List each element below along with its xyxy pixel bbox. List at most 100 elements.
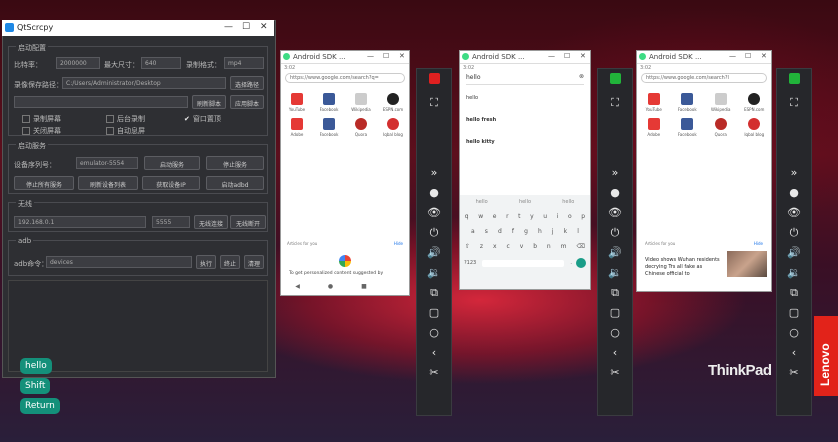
key[interactable]: w — [478, 213, 483, 220]
key[interactable]: i — [557, 213, 559, 220]
script-select[interactable] — [14, 96, 188, 108]
keymap-hello-button[interactable]: hello — [20, 358, 52, 374]
key[interactable]: r — [506, 213, 508, 220]
screenshot-icon[interactable]: ✂ — [598, 363, 632, 383]
expand-icon[interactable]: ⛶ — [598, 93, 632, 113]
key[interactable]: j — [552, 228, 554, 235]
touch-icon[interactable]: ● — [777, 183, 811, 203]
stop-all-services-button[interactable]: 停止所有服务 — [14, 176, 74, 190]
shortcut-tile[interactable]: Iqbal blog — [738, 118, 772, 137]
shortcut-tile[interactable]: Facebook — [671, 118, 705, 137]
search-key[interactable] — [576, 258, 586, 268]
home-icon[interactable]: ○ — [598, 323, 632, 343]
option-always-on-top[interactable]: ✔ 窗口置顶 — [184, 114, 221, 124]
shortcut-tile[interactable]: Facebook — [313, 118, 345, 137]
volume-up-icon[interactable]: 🔊 — [777, 243, 811, 263]
shift-key[interactable]: ⇧ — [465, 243, 470, 250]
expand-notification-icon[interactable]: » — [777, 163, 811, 183]
bitrate-input[interactable]: 2000000 — [56, 57, 100, 69]
expand-icon[interactable]: ⛶ — [417, 93, 451, 113]
app-switch-icon[interactable]: ⧉ — [417, 283, 451, 303]
expand-icon[interactable]: ⛶ — [777, 93, 811, 113]
key[interactable]: x — [493, 243, 497, 250]
volume-up-icon[interactable]: 🔊 — [417, 243, 451, 263]
shortcut-tile[interactable]: Wikipedia — [704, 93, 738, 112]
key[interactable]: t — [518, 213, 520, 220]
full-screen-icon[interactable] — [777, 73, 811, 93]
key[interactable]: e — [493, 213, 497, 220]
device-sn-select[interactable]: emulator-5554 — [76, 157, 138, 169]
maximize-button[interactable]: ☐ — [242, 22, 250, 32]
app-switch-icon[interactable]: ⧉ — [598, 283, 632, 303]
qtscrcpy-titlebar[interactable]: QtScrcpy — ☐ ✕ — [2, 20, 274, 36]
shortcut-tile[interactable]: Quora — [345, 118, 377, 137]
refresh-devices-button[interactable]: 刷新设备列表 — [78, 176, 138, 190]
key[interactable]: y — [530, 213, 534, 220]
hide-link[interactable]: Hide — [394, 241, 403, 246]
shortcut-tile[interactable]: Facebook — [671, 93, 705, 112]
device-port-input[interactable]: 5555 — [152, 216, 190, 228]
volume-down-icon[interactable]: 🔉 — [598, 263, 632, 283]
key[interactable]: a — [471, 228, 475, 235]
eye-icon[interactable]: 👁 — [598, 203, 632, 223]
refresh-script-button[interactable]: 刷新脚本 — [192, 95, 226, 109]
kb-suggestion[interactable]: hello — [476, 199, 488, 205]
phone-2-titlebar[interactable]: Android SDK ... — ☐ ✕ — [460, 51, 590, 64]
menu-icon[interactable]: ▢ — [777, 303, 811, 323]
shortcut-tile[interactable]: ESPN.com — [738, 93, 772, 112]
option-record-screen[interactable]: 录制屏幕 — [22, 114, 61, 124]
shortcut-tile[interactable]: YouTube — [637, 93, 671, 112]
menu-icon[interactable]: ▢ — [417, 303, 451, 323]
select-path-button[interactable]: 选择路径 — [230, 76, 264, 90]
space-key[interactable] — [482, 259, 565, 267]
minimize-button[interactable]: — — [224, 22, 233, 32]
symbols-key[interactable]: ?123 — [464, 260, 476, 266]
close-button[interactable]: ✕ — [761, 52, 767, 60]
close-button[interactable]: ✕ — [399, 52, 405, 60]
record-format-select[interactable]: mp4 — [224, 57, 264, 69]
key[interactable]: p — [581, 213, 585, 220]
key[interactable]: q — [465, 213, 469, 220]
power-icon[interactable]: ⏻ — [598, 223, 632, 243]
news-thumbnail[interactable] — [727, 251, 767, 277]
shortcut-tile[interactable]: ESPN.com — [377, 93, 409, 112]
shortcut-tile[interactable]: Quora — [704, 118, 738, 137]
stop-service-button[interactable]: 停止服务 — [206, 156, 264, 170]
wireless-disconnect-button[interactable]: 无线断开 — [230, 215, 266, 229]
minimize-button[interactable]: — — [729, 52, 736, 60]
power-icon[interactable]: ⏻ — [777, 223, 811, 243]
shortcut-tile[interactable]: Adobe — [281, 118, 313, 137]
key[interactable]: d — [498, 228, 502, 235]
key[interactable]: o — [568, 213, 572, 220]
option-auto-screen-off[interactable]: 自动息屏 — [106, 126, 145, 136]
checkbox[interactable] — [106, 127, 114, 135]
checkbox[interactable] — [22, 115, 30, 123]
key[interactable]: f — [512, 228, 514, 235]
phone-1-titlebar[interactable]: Android SDK ... — ☐ ✕ — [281, 51, 409, 64]
clear-icon[interactable]: ⊗ — [579, 73, 584, 80]
execute-button[interactable]: 执行 — [196, 255, 216, 269]
kb-suggestion[interactable]: hello — [562, 199, 574, 205]
suggestion-item[interactable]: hello kitty — [466, 131, 584, 153]
apply-script-button[interactable]: 应用脚本 — [230, 95, 264, 109]
check-icon[interactable]: ✔ — [184, 115, 190, 123]
phone-window-1[interactable]: Android SDK ... — ☐ ✕ 3:02 https://www.g… — [280, 50, 410, 296]
max-size-select[interactable]: 640 — [141, 57, 181, 69]
url-bar[interactable]: https://www.google.com/search?l — [641, 73, 767, 83]
get-device-ip-button[interactable]: 获取设备IP — [142, 176, 200, 190]
nav-bar[interactable]: ◀●■ — [281, 283, 409, 290]
key[interactable]: l — [577, 228, 579, 235]
home-icon[interactable]: ○ — [777, 323, 811, 343]
back-icon[interactable]: ‹ — [417, 343, 451, 363]
key[interactable]: u — [543, 213, 547, 220]
checkbox[interactable] — [106, 115, 114, 123]
back-icon[interactable]: ‹ — [598, 343, 632, 363]
key[interactable]: s — [485, 228, 488, 235]
power-icon[interactable]: ⏻ — [417, 223, 451, 243]
close-button[interactable]: ✕ — [580, 52, 586, 60]
screenshot-icon[interactable]: ✂ — [417, 363, 451, 383]
key[interactable]: g — [524, 228, 528, 235]
start-service-button[interactable]: 启动服务 — [144, 156, 200, 170]
period-key[interactable]: . — [570, 260, 572, 266]
screenshot-icon[interactable]: ✂ — [777, 363, 811, 383]
